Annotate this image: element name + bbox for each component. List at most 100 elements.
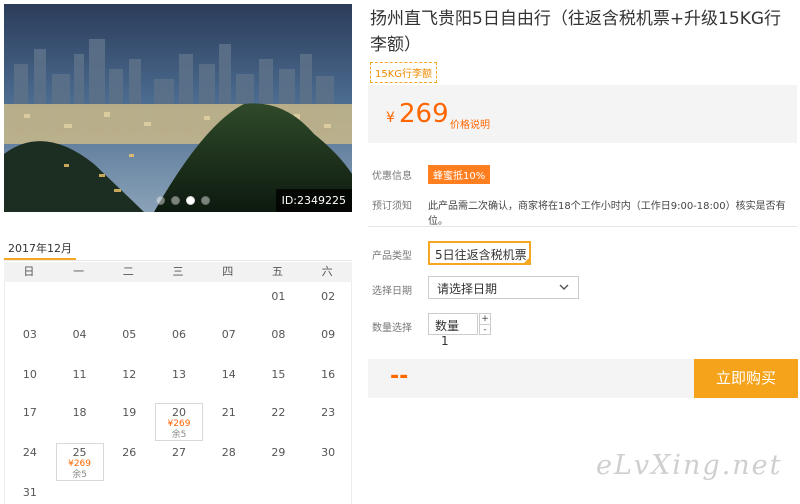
day-number: 04 — [72, 328, 87, 341]
calendar-day: 15 — [254, 368, 302, 381]
calendar-day: 28 — [205, 446, 253, 459]
calendar-day: 02 — [304, 290, 352, 303]
calendar-day: 18 — [56, 406, 104, 419]
slide-dot[interactable] — [201, 196, 210, 205]
calendar-day: 24 — [6, 446, 54, 459]
day-number: 16 — [321, 368, 336, 381]
slide-dot[interactable] — [156, 196, 165, 205]
calendar-day: 14 — [205, 368, 253, 381]
divider — [4, 260, 352, 261]
product-hero-image[interactable]: ID:2349225 — [4, 4, 352, 212]
price-panel: ¥ 269 价格说明 — [368, 85, 797, 143]
calendar-grid: 01 02 03 04 05 06 07 08 09 10 11 12 13 14 15 16 17 18 19 20… — [4, 282, 352, 504]
calendar-day: 06 — [155, 328, 203, 341]
divider — [368, 226, 797, 227]
day-number: 01 — [271, 290, 286, 303]
quantity-value: 1 — [441, 334, 449, 348]
date-label: 选择日期 — [372, 286, 412, 297]
quantity-increase-button[interactable]: + — [480, 314, 490, 324]
calendar-day: 26 — [105, 446, 153, 459]
date-select-placeholder: 请选择日期 — [437, 282, 498, 296]
calendar-day: 17 — [6, 406, 54, 419]
weekday-label: 一 — [73, 265, 85, 278]
calendar-day: 01 — [254, 290, 302, 303]
calendar-day: 09 — [304, 328, 352, 341]
selected-corner-icon — [523, 257, 529, 263]
day-number: 31 — [22, 486, 37, 499]
day-number: 24 — [22, 446, 37, 459]
calendar-day: 10 — [6, 368, 54, 381]
day-stock: 余5 — [171, 430, 187, 440]
calendar-day: 29 — [254, 446, 302, 459]
day-number: 09 — [321, 328, 336, 341]
weekday-label: 四 — [222, 265, 234, 278]
day-number: 17 — [22, 406, 37, 419]
day-number: 05 — [122, 328, 137, 341]
calendar-day-available[interactable]: 20 ¥269 余5 — [155, 403, 203, 441]
buy-now-button[interactable]: 立即购买 — [694, 359, 798, 398]
calendar-day: 08 — [254, 328, 302, 341]
product-type-option[interactable]: 5日往返含税机票 — [428, 241, 531, 265]
calendar-day: 30 — [304, 446, 352, 459]
calendar-day: 16 — [304, 368, 352, 381]
day-number: 12 — [122, 368, 137, 381]
day-number: 07 — [221, 328, 236, 341]
day-stock: 余5 — [72, 470, 87, 480]
calendar-day: 13 — [155, 368, 203, 381]
price-value: 269 — [399, 99, 449, 129]
image-id-label: ID:2349225 — [275, 189, 352, 212]
coupon-label: 优惠信息 — [372, 171, 412, 182]
day-number: 29 — [271, 446, 286, 459]
notice-label: 预订须知 — [372, 201, 412, 212]
coupon-badge: 蜂蜜抵10% — [428, 165, 491, 184]
calendar-day: 07 — [205, 328, 253, 341]
calendar-day-available[interactable]: 25 ¥269 余5 — [55, 443, 104, 481]
product-type-label: 产品类型 — [372, 251, 412, 262]
quantity-field[interactable]: 数量1 — [428, 313, 478, 348]
slide-dot-active[interactable] — [186, 196, 195, 205]
day-number: 23 — [321, 406, 336, 419]
day-number: 03 — [22, 328, 37, 341]
slide-indicator — [156, 196, 210, 205]
day-number: 28 — [221, 446, 236, 459]
day-number: 08 — [271, 328, 286, 341]
luggage-tag: 15KG行李额 — [370, 62, 438, 83]
product-title: 扬州直飞贵阳5日自由行（往返含税机票+升级15KG行李额） — [370, 9, 782, 55]
day-number: 30 — [321, 446, 336, 459]
slide-dot[interactable] — [171, 196, 180, 205]
chevron-down-icon — [558, 281, 570, 296]
day-number: 19 — [122, 406, 137, 419]
price-note-link[interactable]: 价格说明 — [450, 116, 490, 131]
calendar-day: 05 — [105, 328, 153, 341]
day-number: 13 — [172, 368, 186, 381]
calendar-weekday-header: 日一二三四五六 — [4, 262, 352, 282]
watermark: eLvXing.net — [596, 450, 783, 481]
day-number: 20 — [172, 406, 186, 419]
calendar-day: 31 — [6, 486, 54, 499]
weekday-label: 六 — [321, 265, 333, 278]
calendar-day: 23 — [304, 406, 352, 419]
day-number: 11 — [72, 368, 87, 381]
quantity-decrease-button[interactable]: - — [480, 324, 490, 335]
day-number: 27 — [172, 446, 186, 459]
day-number: 22 — [271, 406, 286, 419]
quantity-stepper[interactable]: + - — [479, 313, 491, 335]
weekday-label: 二 — [122, 265, 134, 278]
weekday-label: 日 — [23, 265, 35, 278]
calendar-month-tab[interactable]: 2017年12月 — [8, 240, 72, 256]
weekday-label: 三 — [172, 265, 184, 278]
day-number: 02 — [321, 290, 336, 303]
calendar-day: 22 — [254, 406, 302, 419]
order-total-bar: -- — [368, 359, 694, 398]
weekday-label: 五 — [271, 265, 283, 278]
day-number: 10 — [22, 368, 37, 381]
calendar-day: 21 — [205, 406, 253, 419]
notice-text: 此产品需二次确认，商家将在18个工作小时内（工作日9:00-18:00）核实是否… — [428, 201, 786, 227]
quantity-text: 数量 — [435, 319, 460, 333]
calendar-day: 27 — [155, 446, 203, 459]
date-select[interactable]: 请选择日期 — [428, 276, 579, 299]
day-number: 14 — [221, 368, 236, 381]
calendar-day: 04 — [56, 328, 104, 341]
day-number: 26 — [122, 446, 137, 459]
day-price: ¥269 — [68, 459, 92, 469]
